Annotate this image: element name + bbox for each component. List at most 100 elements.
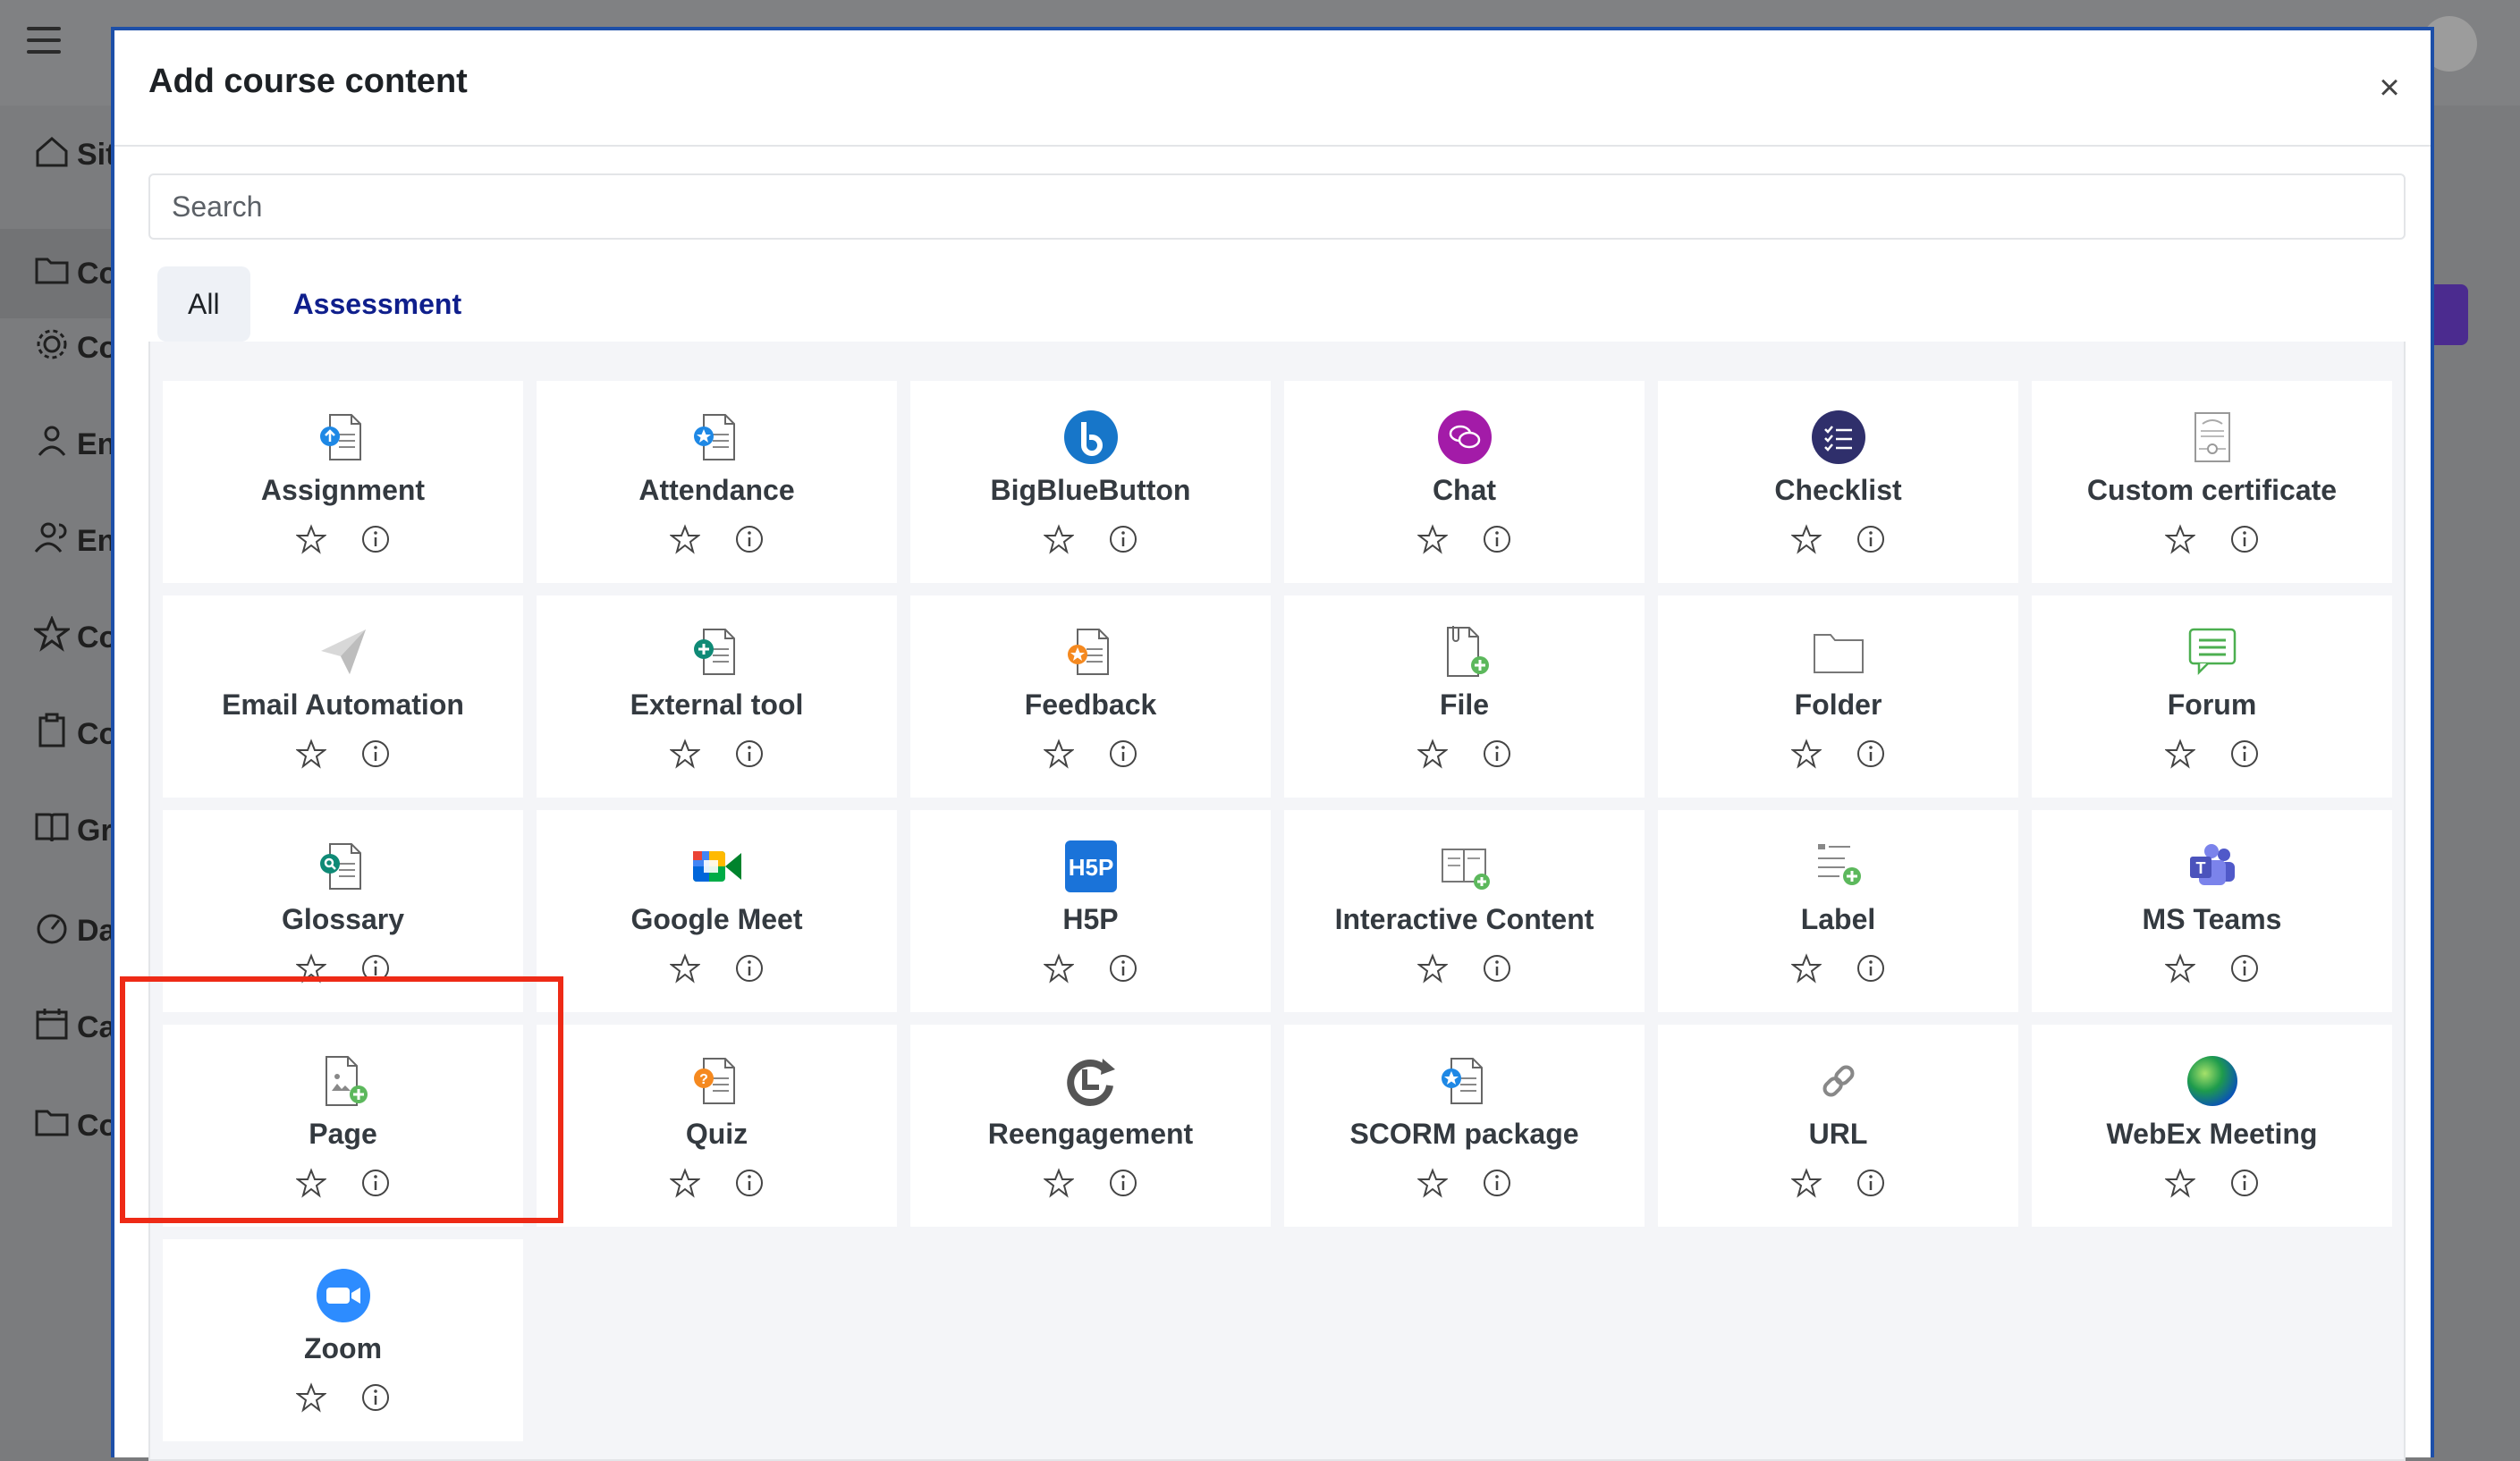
activity-card-bigbluebutton[interactable]: BigBlueButton xyxy=(910,381,1271,583)
star-outline-icon[interactable] xyxy=(668,1168,701,1198)
hamburger-menu-icon[interactable] xyxy=(27,27,61,54)
activity-actions xyxy=(2163,524,2260,554)
star-outline-icon[interactable] xyxy=(2163,739,2196,769)
url-link-icon xyxy=(1809,1051,1868,1111)
reengagement-icon xyxy=(1061,1051,1120,1111)
star-outline-icon[interactable] xyxy=(2163,1168,2196,1198)
star-outline-icon[interactable] xyxy=(1042,524,1075,554)
glossary-icon xyxy=(314,837,373,896)
info-icon[interactable] xyxy=(2229,524,2260,554)
activity-card-chat[interactable]: Chat xyxy=(1284,381,1645,583)
tab-assessment[interactable]: Assessment xyxy=(263,266,493,342)
activity-label: H5P xyxy=(1062,903,1119,935)
info-icon[interactable] xyxy=(734,953,765,984)
activity-card-url[interactable]: URL xyxy=(1658,1025,2018,1227)
star-outline-icon[interactable] xyxy=(2163,953,2196,984)
activity-card-forum[interactable]: Forum xyxy=(2032,595,2392,798)
info-icon[interactable] xyxy=(1482,524,1512,554)
star-outline-icon[interactable] xyxy=(294,524,327,554)
activity-card-scorm-package[interactable]: SCORM package xyxy=(1284,1025,1645,1227)
activity-label: SCORM package xyxy=(1349,1118,1579,1150)
activity-card-reengagement[interactable]: Reengagement xyxy=(910,1025,1271,1227)
info-icon[interactable] xyxy=(1856,1168,1886,1198)
activity-card-h5p[interactable]: H5P H5P xyxy=(910,810,1271,1012)
star-outline-icon[interactable] xyxy=(1042,1168,1075,1198)
activity-card-interactive-content[interactable]: Interactive Content xyxy=(1284,810,1645,1012)
clipboard-icon xyxy=(34,713,70,756)
star-outline-icon[interactable] xyxy=(1416,1168,1449,1198)
activity-list: Assignment Attendance BigBlueButton Chat Ch… xyxy=(148,342,2406,1461)
activity-card-custom-certificate[interactable]: Custom certificate xyxy=(2032,381,2392,583)
star-outline-icon[interactable] xyxy=(1789,524,1822,554)
info-icon[interactable] xyxy=(2229,739,2260,769)
h5p-icon: H5P xyxy=(1061,837,1120,896)
activity-card-external-tool[interactable]: External tool xyxy=(537,595,897,798)
star-outline-icon[interactable] xyxy=(1042,953,1075,984)
info-icon[interactable] xyxy=(1856,524,1886,554)
info-icon[interactable] xyxy=(2229,1168,2260,1198)
activity-card-email-automation[interactable]: Email Automation xyxy=(163,595,523,798)
info-icon[interactable] xyxy=(1482,739,1512,769)
info-icon[interactable] xyxy=(734,524,765,554)
activity-actions xyxy=(1042,1168,1138,1198)
activity-card-google-meet[interactable]: Google Meet xyxy=(537,810,897,1012)
svg-text:H5P: H5P xyxy=(1068,854,1113,881)
activity-actions xyxy=(668,1168,765,1198)
close-icon[interactable]: × xyxy=(2373,70,2406,106)
info-icon[interactable] xyxy=(1108,1168,1138,1198)
ms-teams-icon: T xyxy=(2183,837,2242,896)
activity-card-assignment[interactable]: Assignment xyxy=(163,381,523,583)
activity-card-label[interactable]: Label xyxy=(1658,810,2018,1012)
activity-card-feedback[interactable]: Feedback xyxy=(910,595,1271,798)
activity-card-checklist[interactable]: Checklist xyxy=(1658,381,2018,583)
star-outline-icon[interactable] xyxy=(668,739,701,769)
star-outline-icon[interactable] xyxy=(1789,1168,1822,1198)
activity-actions xyxy=(1789,524,1886,554)
star-outline-icon[interactable] xyxy=(1042,739,1075,769)
activity-label: Glossary xyxy=(282,903,404,935)
info-icon[interactable] xyxy=(1856,739,1886,769)
info-icon[interactable] xyxy=(734,739,765,769)
file-icon xyxy=(1435,622,1494,681)
info-icon[interactable] xyxy=(1482,1168,1512,1198)
star-outline-icon[interactable] xyxy=(294,739,327,769)
modal-header: Add course content × xyxy=(114,30,2431,147)
info-icon[interactable] xyxy=(734,1168,765,1198)
info-icon[interactable] xyxy=(360,524,391,554)
activity-actions xyxy=(2163,739,2260,769)
info-icon[interactable] xyxy=(360,739,391,769)
page-highlight-box xyxy=(120,976,563,1223)
tab-all[interactable]: All xyxy=(157,266,250,342)
star-outline-icon[interactable] xyxy=(1789,953,1822,984)
activity-card-attendance[interactable]: Attendance xyxy=(537,381,897,583)
activity-card-ms-teams[interactable]: T MS Teams xyxy=(2032,810,2392,1012)
star-outline-icon[interactable] xyxy=(2163,524,2196,554)
sidebar-item-label: Sit xyxy=(77,137,116,172)
info-icon[interactable] xyxy=(1482,953,1512,984)
info-icon[interactable] xyxy=(1108,524,1138,554)
star-outline-icon[interactable] xyxy=(1789,739,1822,769)
star-outline-icon[interactable] xyxy=(668,953,701,984)
star-outline-icon[interactable] xyxy=(294,1382,327,1413)
star-outline-icon[interactable] xyxy=(1416,739,1449,769)
activity-card-webex-meeting[interactable]: WebEx Meeting xyxy=(2032,1025,2392,1227)
star-outline-icon[interactable] xyxy=(668,524,701,554)
info-icon[interactable] xyxy=(360,1382,391,1413)
activity-card-folder[interactable]: Folder xyxy=(1658,595,2018,798)
activity-actions xyxy=(668,953,765,984)
activity-actions xyxy=(2163,1168,2260,1198)
activity-actions xyxy=(1789,953,1886,984)
activity-card-file[interactable]: File xyxy=(1284,595,1645,798)
info-icon[interactable] xyxy=(1856,953,1886,984)
info-icon[interactable] xyxy=(1108,953,1138,984)
forum-icon xyxy=(2183,622,2242,681)
paper-plane-icon xyxy=(314,622,373,681)
star-outline-icon[interactable] xyxy=(1416,953,1449,984)
activity-actions xyxy=(1416,739,1512,769)
activity-card-quiz[interactable]: ? Quiz xyxy=(537,1025,897,1227)
info-icon[interactable] xyxy=(2229,953,2260,984)
star-outline-icon[interactable] xyxy=(1416,524,1449,554)
info-icon[interactable] xyxy=(1108,739,1138,769)
activity-card-zoom[interactable]: Zoom xyxy=(163,1239,523,1441)
search-input[interactable] xyxy=(148,173,2406,240)
